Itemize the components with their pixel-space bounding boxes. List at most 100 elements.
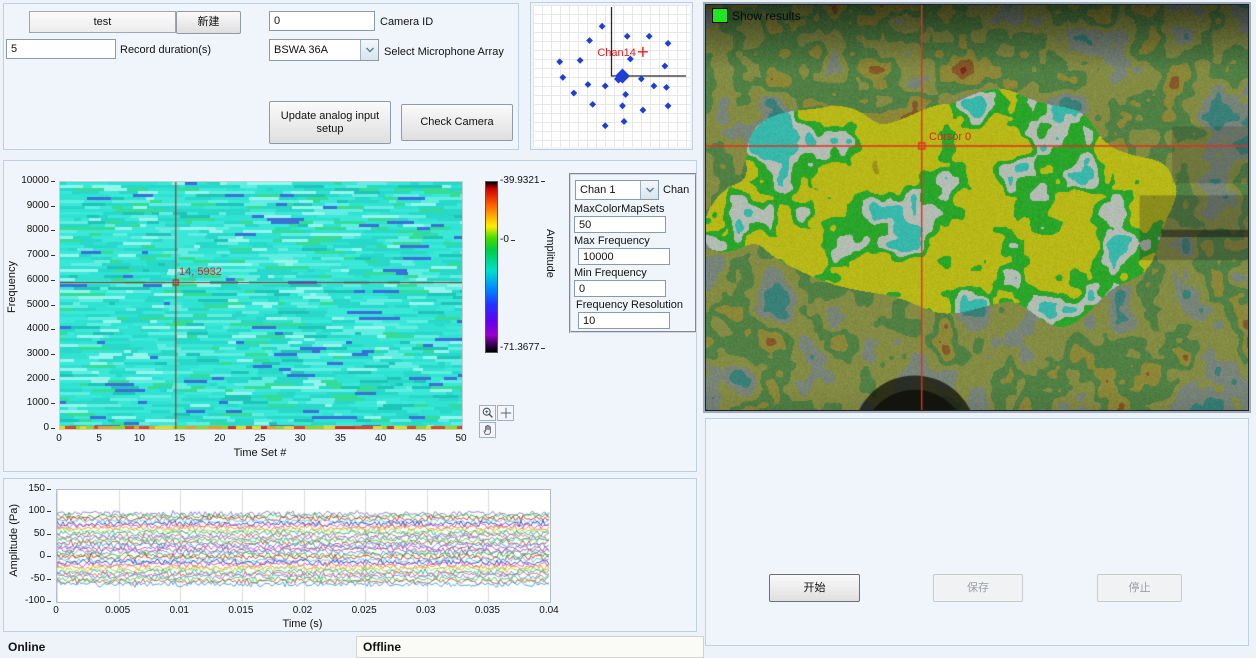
- setup-panel: test 新建 Record duration(s) Camera ID BSW…: [3, 3, 519, 150]
- mic-point: [570, 90, 577, 97]
- wave-x-tick-label: 0.005: [101, 605, 135, 616]
- mic-point: [650, 83, 657, 90]
- mic-point: [665, 102, 672, 109]
- mic-point: [619, 102, 626, 109]
- show-results-label: Show results: [732, 9, 801, 23]
- frequency-resolution-input[interactable]: [578, 312, 670, 329]
- analysis-controls-panel: Chan 1 Chan MaxColorMapSets Max Frequenc…: [569, 173, 697, 333]
- wave-y-tick-label: -50: [31, 573, 45, 585]
- update-analog-input-button[interactable]: Update analog input setup: [269, 101, 391, 144]
- mic-array-dropdown[interactable]: BSWA 36A: [269, 39, 379, 61]
- spectrogram-panel: Frequency 010002000300040005000600070008…: [3, 160, 697, 472]
- mic-array-plot: Chan14: [533, 5, 690, 147]
- online-status-label: Online: [8, 640, 45, 654]
- colorbar-mid-tick: -0: [500, 234, 509, 246]
- start-button[interactable]: 开始: [769, 574, 860, 602]
- colorbar-max-tick: -39.9321: [500, 175, 539, 187]
- camera-id-input[interactable]: [269, 11, 375, 31]
- chevron-down-icon[interactable]: [640, 181, 658, 199]
- spec-y-tick-label: 2000: [27, 373, 49, 385]
- spec-x-tick-label: 40: [364, 433, 398, 444]
- mic-point: [602, 83, 609, 90]
- chevron-down-icon[interactable]: [360, 40, 378, 60]
- offline-status-label: Offline: [363, 640, 401, 654]
- mic-point: [577, 57, 584, 64]
- spec-x-tick-label: 50: [444, 433, 478, 444]
- amplitude-color-scale: [485, 181, 498, 353]
- waveform-x-axis-label: Time (s): [56, 617, 549, 631]
- waveform-plot: [56, 489, 551, 603]
- mic-point: [622, 91, 629, 98]
- max-colormap-input[interactable]: [574, 216, 666, 233]
- camera-id-label: Camera ID: [380, 15, 433, 29]
- spec-x-tick-label: 30: [283, 433, 317, 444]
- spec-x-tick-label: 10: [122, 433, 156, 444]
- mic-point: [559, 74, 566, 81]
- channel-dropdown[interactable]: Chan 1: [575, 180, 659, 200]
- mic-point: [665, 40, 672, 47]
- cursor-tool-icon[interactable]: [497, 405, 514, 421]
- spec-x-tick-label: 35: [323, 433, 357, 444]
- spec-x-tick-label: 20: [203, 433, 237, 444]
- channel-value: Chan 1: [576, 184, 640, 196]
- frequency-resolution-label: Frequency Resolution: [576, 299, 683, 311]
- new-button[interactable]: 新建: [176, 11, 241, 34]
- wave-x-tick-label: 0.035: [470, 605, 504, 616]
- spec-x-tick-label: 15: [163, 433, 197, 444]
- spectrogram-cursor-label: 14, 5932: [179, 266, 222, 278]
- pan-tool-icon[interactable]: [479, 422, 496, 438]
- wave-x-tick-label: 0.02: [286, 605, 320, 616]
- record-duration-input[interactable]: [6, 39, 116, 59]
- mic-point: [624, 33, 631, 40]
- spectrogram-plot[interactable]: [59, 181, 463, 430]
- max-colormap-label: MaxColorMapSets: [574, 203, 664, 215]
- wave-y-tick-label: 0: [39, 550, 45, 562]
- mic-point: [663, 84, 670, 91]
- max-frequency-input[interactable]: [578, 248, 670, 265]
- min-frequency-input[interactable]: [574, 280, 666, 297]
- mic-array-value: BSWA 36A: [270, 44, 360, 56]
- spectrogram-y-ticks: 0100020003000400050006000700080009000100…: [11, 181, 55, 428]
- spec-x-tick-label: 25: [243, 433, 277, 444]
- spec-y-tick-label: 4000: [27, 323, 49, 335]
- mic-array-label: Select Microphone Array: [384, 45, 504, 59]
- spectrogram-x-axis-label: Time Set #: [59, 446, 461, 460]
- colorbar-label: Amplitude: [544, 229, 556, 278]
- mic-point: [661, 63, 668, 70]
- record-duration-label: Record duration(s): [120, 43, 211, 57]
- wave-x-tick-label: 0.015: [224, 605, 258, 616]
- spec-x-tick-label: 45: [404, 433, 438, 444]
- channel-label: Chan: [663, 184, 689, 196]
- mic-point: [585, 81, 592, 88]
- camera-acoustic-image[interactable]: [706, 5, 1248, 410]
- spec-y-tick-label: 8000: [27, 224, 49, 236]
- show-results-checkbox[interactable]: [712, 8, 728, 23]
- waveform-panel: Amplitude (Pa) 150100500-50-100 00.0050.…: [3, 478, 697, 632]
- mic-point: [602, 122, 609, 129]
- colorbar-min-tick: -71.3677: [500, 342, 539, 354]
- chan14-marker: [638, 47, 648, 57]
- mic-point: [621, 118, 628, 125]
- zoom-tool-icon[interactable]: [479, 405, 496, 421]
- spec-y-tick-label: 10000: [21, 175, 49, 187]
- test-name-value: test: [94, 16, 112, 28]
- wave-x-tick-label: 0: [39, 605, 73, 616]
- wave-x-tick-label: 0.025: [347, 605, 381, 616]
- wave-x-tick-label: 0.03: [409, 605, 443, 616]
- action-panel: 开始 保存 停止: [705, 418, 1249, 646]
- mic-point: [556, 58, 563, 65]
- save-button[interactable]: 保存: [933, 574, 1023, 602]
- mic-point: [589, 101, 596, 108]
- stop-button[interactable]: 停止: [1097, 574, 1182, 602]
- spec-x-tick-label: 0: [42, 433, 76, 444]
- mic-point: [640, 107, 647, 114]
- mic-point: [646, 33, 653, 40]
- chan14-label: Chan14: [597, 47, 636, 59]
- test-name-field[interactable]: test: [29, 11, 176, 33]
- camera-view-panel: Show results Cursor 0: [703, 2, 1251, 413]
- wave-y-tick-label: 50: [34, 528, 45, 540]
- check-camera-button[interactable]: Check Camera: [401, 104, 513, 141]
- mic-plot-crosshair: [612, 7, 687, 76]
- wave-y-tick-label: 150: [28, 483, 45, 495]
- max-frequency-label: Max Frequency: [574, 235, 650, 247]
